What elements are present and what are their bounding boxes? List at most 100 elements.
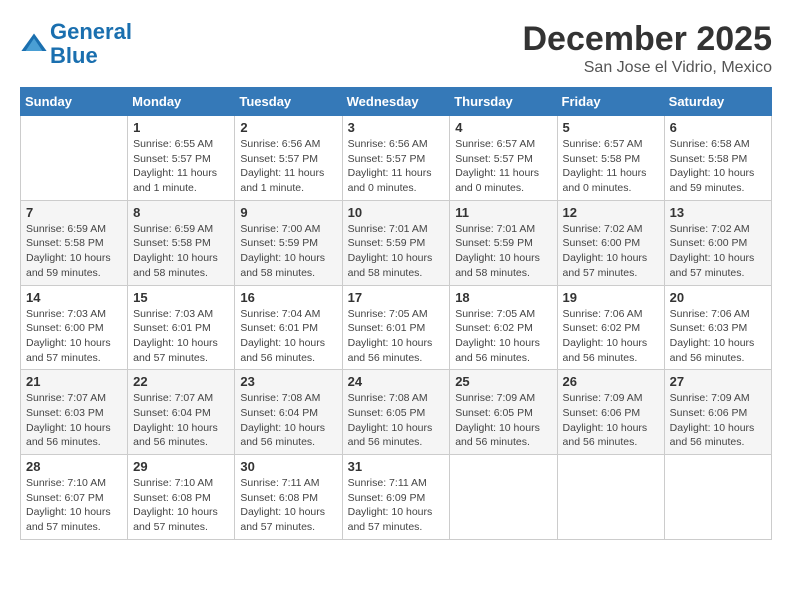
day-cell: 2 Sunrise: 6:56 AM Sunset: 5:57 PM Daylig… xyxy=(235,116,342,201)
day-info: Sunrise: 6:56 AM Sunset: 5:57 PM Dayligh… xyxy=(240,137,336,196)
weekday-header-sunday: Sunday xyxy=(21,88,128,116)
day-cell: 28Sunrise: 7:10 AM Sunset: 6:07 PM Dayli… xyxy=(21,455,128,540)
day-number: 11 xyxy=(455,205,551,220)
day-cell: 13 Sunrise: 7:02 AM Sunset: 6:00 PM Dayli… xyxy=(664,200,771,285)
logo-icon xyxy=(20,30,48,58)
weekday-header-thursday: Thursday xyxy=(450,88,557,116)
day-cell: 5 Sunrise: 6:57 AM Sunset: 5:58 PM Daylig… xyxy=(557,116,664,201)
weekday-header-wednesday: Wednesday xyxy=(342,88,450,116)
day-info: Sunrise: 7:10 AM Sunset: 6:08 PM Dayligh… xyxy=(133,476,229,535)
day-info: Sunrise: 7:05 AM Sunset: 6:01 PM Dayligh… xyxy=(348,307,445,366)
day-number: 25 xyxy=(455,374,551,389)
week-row-3: 14Sunrise: 7:03 AM Sunset: 6:00 PM Dayli… xyxy=(21,285,772,370)
calendar-table: SundayMondayTuesdayWednesdayThursdayFrid… xyxy=(20,87,772,540)
day-number: 15 xyxy=(133,290,229,305)
day-cell xyxy=(450,455,557,540)
day-number: 23 xyxy=(240,374,336,389)
page-header: General Blue December 2025 San Jose el V… xyxy=(20,20,772,77)
day-cell: 31Sunrise: 7:11 AM Sunset: 6:09 PM Dayli… xyxy=(342,455,450,540)
day-number: 16 xyxy=(240,290,336,305)
day-info: Sunrise: 7:01 AM Sunset: 5:59 PM Dayligh… xyxy=(348,222,445,281)
day-cell: 29Sunrise: 7:10 AM Sunset: 6:08 PM Dayli… xyxy=(128,455,235,540)
day-info: Sunrise: 7:02 AM Sunset: 6:00 PM Dayligh… xyxy=(563,222,659,281)
day-cell: 4 Sunrise: 6:57 AM Sunset: 5:57 PM Daylig… xyxy=(450,116,557,201)
day-number: 22 xyxy=(133,374,229,389)
day-number: 2 xyxy=(240,120,336,135)
day-info: Sunrise: 7:09 AM Sunset: 6:06 PM Dayligh… xyxy=(670,391,766,450)
day-info: Sunrise: 6:59 AM Sunset: 5:58 PM Dayligh… xyxy=(133,222,229,281)
day-cell: 23 Sunrise: 7:08 AM Sunset: 6:04 PM Dayli… xyxy=(235,370,342,455)
week-row-5: 28Sunrise: 7:10 AM Sunset: 6:07 PM Dayli… xyxy=(21,455,772,540)
day-cell: 10Sunrise: 7:01 AM Sunset: 5:59 PM Dayli… xyxy=(342,200,450,285)
day-info: Sunrise: 7:10 AM Sunset: 6:07 PM Dayligh… xyxy=(26,476,122,535)
day-info: Sunrise: 7:08 AM Sunset: 6:05 PM Dayligh… xyxy=(348,391,445,450)
day-cell: 20 Sunrise: 7:06 AM Sunset: 6:03 PM Dayli… xyxy=(664,285,771,370)
day-number: 19 xyxy=(563,290,659,305)
logo-blue: Blue xyxy=(50,43,98,68)
logo-general: General xyxy=(50,19,132,44)
weekday-header-saturday: Saturday xyxy=(664,88,771,116)
day-number: 4 xyxy=(455,120,551,135)
day-info: Sunrise: 7:00 AM Sunset: 5:59 PM Dayligh… xyxy=(240,222,336,281)
day-cell xyxy=(21,116,128,201)
weekday-header-tuesday: Tuesday xyxy=(235,88,342,116)
day-info: Sunrise: 7:11 AM Sunset: 6:08 PM Dayligh… xyxy=(240,476,336,535)
day-cell: 26 Sunrise: 7:09 AM Sunset: 6:06 PM Dayli… xyxy=(557,370,664,455)
logo: General Blue xyxy=(20,20,132,68)
day-cell: 14Sunrise: 7:03 AM Sunset: 6:00 PM Dayli… xyxy=(21,285,128,370)
day-info: Sunrise: 7:08 AM Sunset: 6:04 PM Dayligh… xyxy=(240,391,336,450)
day-number: 7 xyxy=(26,205,122,220)
day-info: Sunrise: 6:56 AM Sunset: 5:57 PM Dayligh… xyxy=(348,137,445,196)
day-info: Sunrise: 7:01 AM Sunset: 5:59 PM Dayligh… xyxy=(455,222,551,281)
day-cell: 8 Sunrise: 6:59 AM Sunset: 5:58 PM Daylig… xyxy=(128,200,235,285)
month-title: December 2025 xyxy=(522,20,772,59)
day-info: Sunrise: 7:07 AM Sunset: 6:04 PM Dayligh… xyxy=(133,391,229,450)
week-row-2: 7 Sunrise: 6:59 AM Sunset: 5:58 PM Daylig… xyxy=(21,200,772,285)
day-info: Sunrise: 6:58 AM Sunset: 5:58 PM Dayligh… xyxy=(670,137,766,196)
day-info: Sunrise: 7:05 AM Sunset: 6:02 PM Dayligh… xyxy=(455,307,551,366)
week-row-4: 21Sunrise: 7:07 AM Sunset: 6:03 PM Dayli… xyxy=(21,370,772,455)
day-number: 31 xyxy=(348,459,445,474)
day-cell: 1Sunrise: 6:55 AM Sunset: 5:57 PM Daylig… xyxy=(128,116,235,201)
title-block: December 2025 San Jose el Vidrio, Mexico xyxy=(522,20,772,77)
logo-text: General Blue xyxy=(50,20,132,68)
day-number: 8 xyxy=(133,205,229,220)
day-cell: 17Sunrise: 7:05 AM Sunset: 6:01 PM Dayli… xyxy=(342,285,450,370)
week-row-1: 1Sunrise: 6:55 AM Sunset: 5:57 PM Daylig… xyxy=(21,116,772,201)
day-info: Sunrise: 7:02 AM Sunset: 6:00 PM Dayligh… xyxy=(670,222,766,281)
day-info: Sunrise: 6:59 AM Sunset: 5:58 PM Dayligh… xyxy=(26,222,122,281)
day-cell: 7 Sunrise: 6:59 AM Sunset: 5:58 PM Daylig… xyxy=(21,200,128,285)
day-info: Sunrise: 6:57 AM Sunset: 5:58 PM Dayligh… xyxy=(563,137,659,196)
day-number: 6 xyxy=(670,120,766,135)
day-cell: 15 Sunrise: 7:03 AM Sunset: 6:01 PM Dayli… xyxy=(128,285,235,370)
day-info: Sunrise: 7:04 AM Sunset: 6:01 PM Dayligh… xyxy=(240,307,336,366)
day-cell: 16 Sunrise: 7:04 AM Sunset: 6:01 PM Dayli… xyxy=(235,285,342,370)
day-number: 13 xyxy=(670,205,766,220)
day-info: Sunrise: 7:09 AM Sunset: 6:06 PM Dayligh… xyxy=(563,391,659,450)
day-info: Sunrise: 7:06 AM Sunset: 6:03 PM Dayligh… xyxy=(670,307,766,366)
location: San Jose el Vidrio, Mexico xyxy=(522,59,772,77)
day-info: Sunrise: 7:06 AM Sunset: 6:02 PM Dayligh… xyxy=(563,307,659,366)
day-cell: 21Sunrise: 7:07 AM Sunset: 6:03 PM Dayli… xyxy=(21,370,128,455)
day-number: 14 xyxy=(26,290,122,305)
day-cell xyxy=(664,455,771,540)
day-cell xyxy=(557,455,664,540)
day-number: 5 xyxy=(563,120,659,135)
day-number: 3 xyxy=(348,120,445,135)
day-number: 9 xyxy=(240,205,336,220)
day-number: 26 xyxy=(563,374,659,389)
day-cell: 3 Sunrise: 6:56 AM Sunset: 5:57 PM Daylig… xyxy=(342,116,450,201)
day-cell: 27Sunrise: 7:09 AM Sunset: 6:06 PM Dayli… xyxy=(664,370,771,455)
day-info: Sunrise: 7:03 AM Sunset: 6:01 PM Dayligh… xyxy=(133,307,229,366)
day-number: 30 xyxy=(240,459,336,474)
day-number: 1 xyxy=(133,120,229,135)
day-cell: 19 Sunrise: 7:06 AM Sunset: 6:02 PM Dayli… xyxy=(557,285,664,370)
day-cell: 12Sunrise: 7:02 AM Sunset: 6:00 PM Dayli… xyxy=(557,200,664,285)
day-info: Sunrise: 7:09 AM Sunset: 6:05 PM Dayligh… xyxy=(455,391,551,450)
weekday-header-friday: Friday xyxy=(557,88,664,116)
day-info: Sunrise: 6:57 AM Sunset: 5:57 PM Dayligh… xyxy=(455,137,551,196)
day-cell: 25 Sunrise: 7:09 AM Sunset: 6:05 PM Dayli… xyxy=(450,370,557,455)
day-cell: 24 Sunrise: 7:08 AM Sunset: 6:05 PM Dayli… xyxy=(342,370,450,455)
day-number: 24 xyxy=(348,374,445,389)
day-number: 20 xyxy=(670,290,766,305)
